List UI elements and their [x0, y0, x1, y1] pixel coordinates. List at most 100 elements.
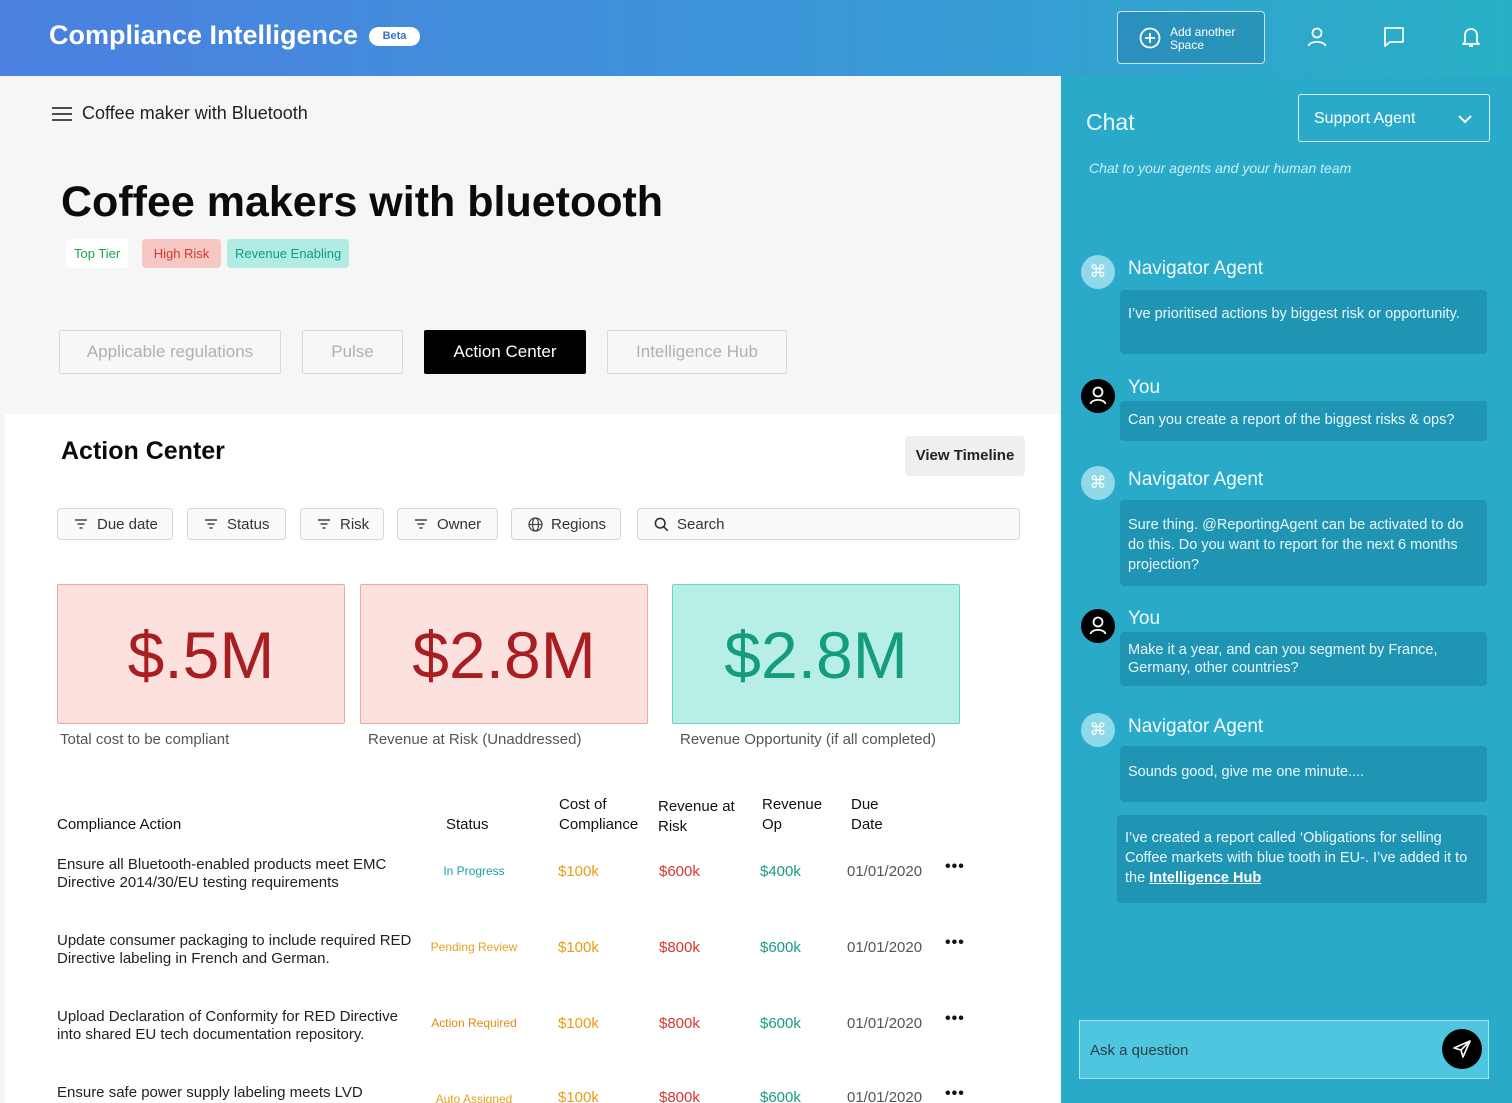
app-title: Compliance Intelligence — [49, 20, 359, 50]
column-header-cost: Cost of Compliance — [559, 796, 639, 833]
row-revenue-at-risk: $800k — [659, 1089, 700, 1103]
metric-caption: Revenue at Risk (Unaddressed) — [368, 731, 582, 748]
message-bubble: I’ve prioritised actions by biggest risk… — [1120, 290, 1487, 354]
add-space-button[interactable]: Add another Space — [1117, 11, 1265, 64]
send-button[interactable] — [1442, 1029, 1482, 1069]
row-cost: $100k — [558, 863, 599, 880]
user-avatar-icon — [1081, 609, 1115, 643]
row-action: Ensure all Bluetooth-enabled products me… — [57, 856, 387, 891]
filter-icon — [414, 517, 428, 535]
user-icon[interactable] — [1305, 25, 1329, 49]
top-header: Compliance Intelligence Beta Add another… — [0, 0, 1512, 76]
message-bubble: Sure thing. @ReportingAgent can be activ… — [1120, 500, 1487, 586]
message-sender: Navigator Agent — [1128, 469, 1264, 490]
filter-due-date[interactable]: Due date — [57, 508, 173, 540]
agent-avatar-icon: ⌘ — [1081, 255, 1115, 289]
hamburger-menu-icon[interactable] — [52, 106, 72, 127]
tag-top-tier: Top Tier — [66, 239, 129, 268]
agent-select[interactable]: Support Agent — [1298, 94, 1490, 142]
row-cost: $100k — [558, 939, 599, 956]
row-revenue-op: $600k — [760, 1089, 801, 1103]
row-action: Upload Declaration of Conformity for RED… — [57, 1008, 398, 1043]
search-icon — [654, 517, 669, 537]
filter-label: Due date — [97, 516, 158, 533]
user-avatar-icon — [1081, 379, 1115, 413]
tab-pulse[interactable]: Pulse — [302, 330, 403, 374]
chat-title: Chat — [1086, 109, 1135, 135]
view-timeline-button[interactable]: View Timeline — [905, 436, 1025, 476]
column-header-revenue-op: Revenue Op — [762, 796, 823, 833]
row-due-date: 01/01/2020 — [847, 863, 923, 880]
tab-intelligence-hub[interactable]: Intelligence Hub — [607, 330, 787, 374]
message-text: Sounds good, give me one minute.... — [1128, 764, 1365, 780]
search-box[interactable] — [637, 508, 1020, 540]
more-options-icon[interactable]: ••• — [945, 858, 965, 876]
bell-icon[interactable] — [1459, 25, 1483, 49]
column-header-status: Status — [446, 816, 489, 833]
agent-avatar-icon: ⌘ — [1081, 466, 1115, 500]
chat-panel — [1061, 76, 1512, 1103]
row-cost: $100k — [558, 1089, 599, 1103]
row-revenue-at-risk: $800k — [659, 939, 700, 956]
status-badge: In Progress — [443, 864, 505, 878]
metric-revenue-opportunity: $2.8M — [672, 584, 960, 724]
more-options-icon[interactable]: ••• — [945, 934, 965, 952]
metric-caption: Revenue Opportunity (if all completed) — [680, 731, 936, 748]
more-options-icon[interactable]: ••• — [945, 1010, 965, 1028]
chat-icon[interactable] — [1382, 25, 1406, 49]
filter-status[interactable]: Status — [187, 508, 286, 540]
row-revenue-at-risk: $800k — [659, 1015, 700, 1032]
row-revenue-at-risk: $600k — [659, 863, 700, 880]
status-badge: Action Required — [431, 1016, 517, 1030]
message-text: Sure thing. @ReportingAgent can be activ… — [1128, 517, 1464, 573]
page-title: Coffee makers with bluetooth — [61, 178, 664, 226]
column-header-revenue-at-risk: Revenue at Risk — [658, 798, 735, 835]
intelligence-hub-link[interactable]: Intelligence Hub — [1149, 870, 1261, 886]
tab-applicable-regulations[interactable]: Applicable regulations — [59, 330, 281, 374]
message-text: Can you create a report of the biggest r… — [1128, 412, 1455, 428]
column-header-due-date: Due Date — [851, 796, 883, 833]
row-due-date: 01/01/2020 — [847, 939, 923, 956]
filter-risk[interactable]: Risk — [300, 508, 384, 540]
message-bubble: Make it a year, and can you segment by F… — [1120, 632, 1487, 686]
metric-revenue-at-risk: $2.8M — [360, 584, 648, 724]
tab-action-center[interactable]: Action Center — [424, 330, 586, 374]
chevron-down-icon — [1457, 111, 1473, 132]
message-text: I’ve prioritised actions by biggest risk… — [1128, 306, 1460, 322]
section-title: Action Center — [61, 437, 225, 465]
row-due-date: 01/01/2020 — [847, 1015, 923, 1032]
breadcrumb: Coffee maker with Bluetooth — [82, 103, 308, 123]
row-due-date: 01/01/2020 — [847, 1089, 923, 1103]
filter-regions[interactable]: Regions — [511, 508, 621, 540]
plus-circle-icon — [1139, 27, 1161, 54]
metric-total-cost: $.5M — [57, 584, 345, 724]
message-bubble: Can you create a report of the biggest r… — [1120, 401, 1487, 441]
filter-icon — [204, 517, 218, 535]
row-cost: $100k — [558, 1015, 599, 1032]
ask-question-input[interactable] — [1090, 1039, 1430, 1061]
message-sender: Navigator Agent — [1128, 258, 1264, 279]
chat-subtitle: Chat to your agents and your human team — [1089, 160, 1352, 176]
globe-icon — [528, 517, 543, 536]
row-revenue-op: $600k — [760, 939, 801, 956]
agent-avatar-icon: ⌘ — [1081, 713, 1115, 747]
message-text: Make it a year, and can you segment by F… — [1128, 642, 1438, 676]
message-sender: Navigator Agent — [1128, 716, 1264, 737]
ask-question-box[interactable] — [1079, 1020, 1489, 1079]
add-space-label: Add another Space — [1170, 25, 1236, 52]
more-options-icon[interactable]: ••• — [945, 1085, 965, 1103]
filter-icon — [317, 517, 331, 535]
message-sender: You — [1128, 377, 1161, 398]
report-message-bubble: I’ve created a report called ‘Obligation… — [1117, 815, 1487, 903]
filter-label: Status — [227, 516, 270, 533]
message-bubble: Sounds good, give me one minute.... — [1120, 746, 1487, 802]
filter-label: Owner — [437, 516, 482, 533]
tag-high-risk: High Risk — [142, 239, 221, 268]
metric-caption: Total cost to be compliant — [60, 731, 230, 748]
status-badge: Auto Assigned — [435, 1092, 513, 1103]
row-action: Update consumer packaging to include req… — [57, 932, 412, 967]
message-sender: You — [1128, 608, 1161, 629]
filter-owner[interactable]: Owner — [397, 508, 498, 540]
search-input[interactable] — [677, 513, 1007, 535]
row-action: Ensure safe power supply labeling meets … — [57, 1084, 363, 1101]
